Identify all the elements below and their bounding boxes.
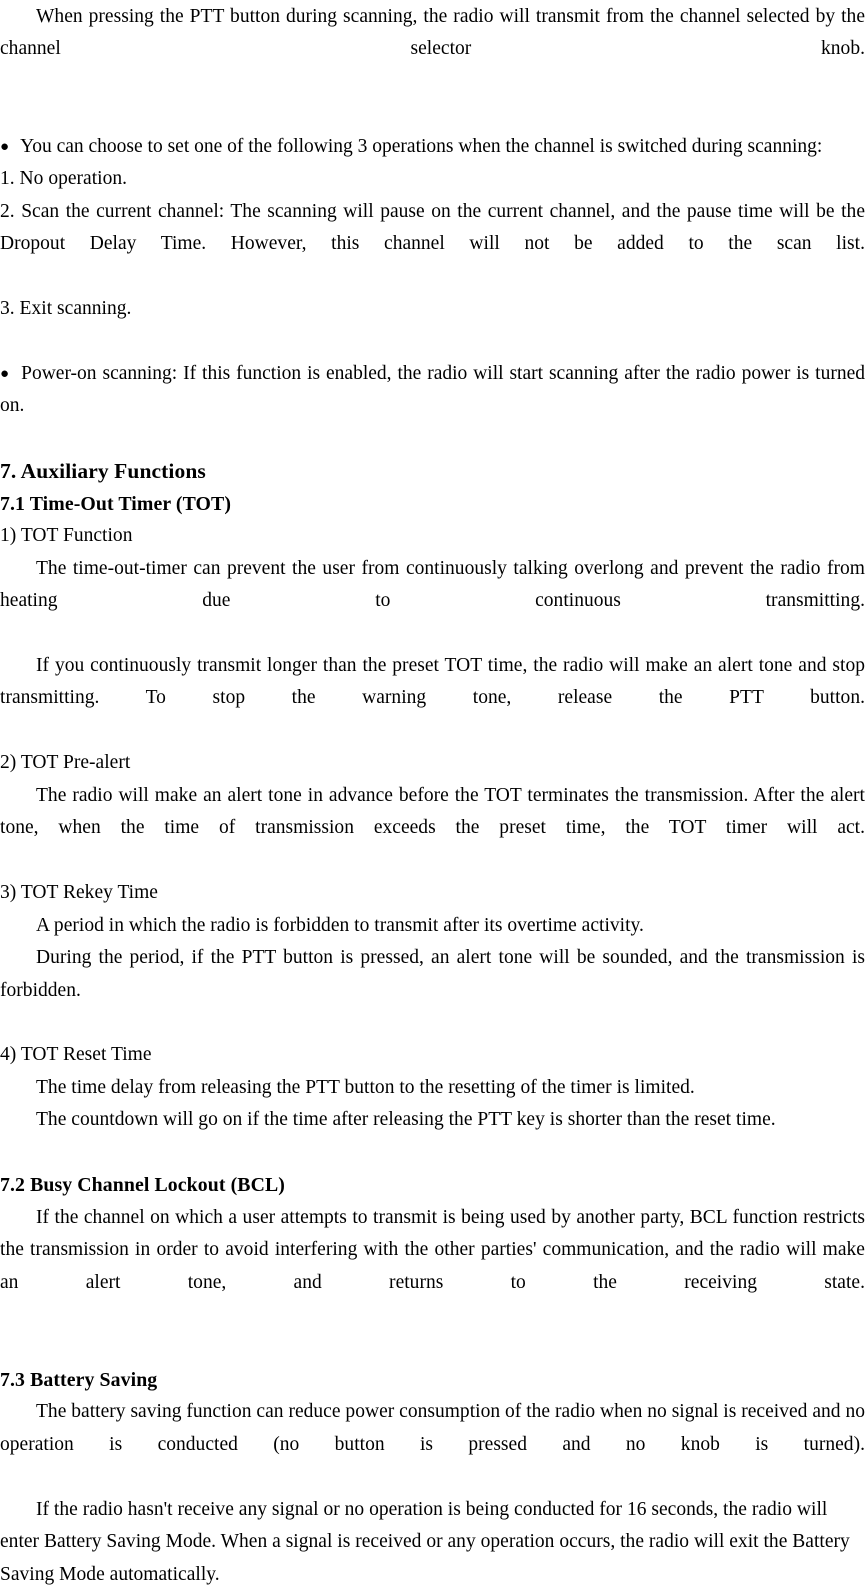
paragraph-tot-function-b: If you continuously transmit longer than… [0,655,865,709]
bullet-paragraph-channel-switch: ● You can choose to set one of the follow… [0,131,865,163]
bullet-icon: ● [0,365,11,382]
bullet-text-channel-switch: You can choose to set one of the followi… [20,135,823,157]
list-item-exit-scanning: 3. Exit scanning. [0,298,132,320]
list-label-tot-pre-alert: 2) TOT Pre-alert [0,752,131,774]
paragraph-tot-rekey-time-b: During the period, if the PTT button is … [0,947,865,1001]
bullet-icon: ● [0,138,10,155]
page-content: When pressing the PTT button during scan… [0,0,865,1591]
paragraph-battery-saving-b: If the radio hasn't receive any signal o… [0,1498,850,1585]
bullet-text-power-on-scanning: Power-on scanning: If this function is e… [0,362,865,417]
paragraph-tot-function-a: The time-out-timer can prevent the user … [0,557,865,612]
paragraph-busy-channel-lockout: If the channel on which a user attempts … [0,1206,865,1293]
paragraph-tot-rekey-time-a: A period in which the radio is forbidden… [36,914,644,936]
paragraph-tot-reset-time-a: The time delay from releasing the PTT bu… [36,1076,695,1098]
paragraph-ptt-scanning: When pressing the PTT button during scan… [0,6,865,60]
bullet-paragraph-power-on-scanning: ● Power-on scanning: If this function is … [0,358,865,423]
list-item-no-operation: 1. No operation. [0,168,128,190]
list-item-scan-current-channel: 2. Scan the current channel: The scannin… [0,200,865,255]
list-label-tot-rekey-time: 3) TOT Rekey Time [0,882,158,904]
subsection-heading-busy-channel-lockout: 7.2 Busy Channel Lockout (BCL) [0,1174,285,1197]
subsection-heading-time-out-timer: 7.1 Time-Out Timer (TOT) [0,492,232,515]
subsection-heading-battery-saving: 7.3 Battery Saving [0,1368,158,1391]
section-heading-auxiliary-functions: 7. Auxiliary Functions [0,459,206,484]
paragraph-battery-saving-a: The battery saving function can reduce p… [0,1401,865,1455]
manual-page: When pressing the PTT button during scan… [0,0,865,1585]
paragraph-tot-pre-alert: The radio will make an alert tone in adv… [0,784,865,839]
paragraph-tot-reset-time-b: The countdown will go on if the time aft… [36,1109,776,1131]
list-label-tot-reset-time: 4) TOT Reset Time [0,1044,152,1066]
list-label-tot-function: 1) TOT Function [0,525,133,547]
